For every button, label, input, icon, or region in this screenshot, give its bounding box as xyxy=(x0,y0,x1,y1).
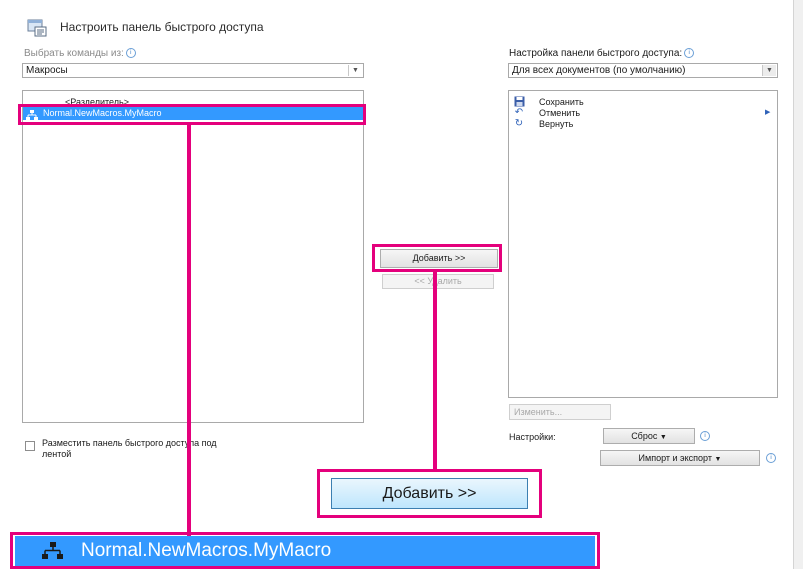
chevron-down-icon: ▼ xyxy=(659,434,667,441)
customize-toolbar-label: Настройка панели быстрого доступа: i xyxy=(509,48,695,59)
chevron-down-icon[interactable]: ▼ xyxy=(348,65,362,76)
dialog-title: Настроить панель быстрого доступа xyxy=(60,20,264,34)
info-icon: i xyxy=(125,48,136,59)
info-icon: i xyxy=(684,48,695,59)
macro-zoom-item: Normal.NewMacros.MyMacro xyxy=(15,536,595,566)
connector-line-add xyxy=(433,272,437,470)
modify-button: Изменить... xyxy=(509,404,611,420)
choose-commands-dropdown[interactable]: Макросы ▼ xyxy=(22,63,364,78)
customize-toolbar-value: Для всех документов (по умолчанию) xyxy=(512,65,686,76)
window-edge xyxy=(793,0,803,569)
info-icon: i xyxy=(700,431,710,441)
choose-commands-value: Макросы xyxy=(26,65,68,76)
add-button-zoom-label: Добавить >> xyxy=(382,485,477,502)
reset-button[interactable]: Сброс ▼ xyxy=(603,428,695,444)
commands-list[interactable]: <Разделитель> Normal.NewMacros.MyMacro xyxy=(22,90,364,423)
connector-line-macro xyxy=(187,125,191,536)
chevron-down-icon: ▼ xyxy=(714,456,722,463)
toolbar-item-redo[interactable]: ↻ Вернуть xyxy=(513,118,713,130)
customize-toolbar-text: Настройка панели быстрого доступа: xyxy=(509,48,683,59)
macro-zoom-icon xyxy=(42,542,64,560)
remove-button-label: << Удалить xyxy=(414,276,462,286)
customize-toolbar-dropdown[interactable]: Для всех документов (по умолчанию) ▼ xyxy=(508,63,778,78)
modify-button-label: Изменить... xyxy=(514,407,563,417)
settings-label: Настройки: xyxy=(509,432,556,442)
redo-icon: ↻ xyxy=(514,118,524,129)
below-ribbon-checkbox[interactable] xyxy=(25,441,35,451)
submenu-arrow-icon: ▶ xyxy=(765,109,771,116)
remove-button: << Удалить xyxy=(382,274,494,289)
toolbar-item-redo-label: Вернуть xyxy=(539,119,574,129)
dialog-icon xyxy=(26,16,48,38)
import-export-button-label: Импорт и экспорт xyxy=(638,453,712,463)
macro-zoom-label: Normal.NewMacros.MyMacro xyxy=(81,540,332,561)
import-export-button[interactable]: Импорт и экспорт ▼ xyxy=(600,450,760,466)
toolbar-commands-list[interactable]: Сохранить ↶ Отменить ▶ ↻ Вернуть xyxy=(508,90,778,398)
reset-button-label: Сброс xyxy=(631,431,658,441)
choose-commands-label: Выбрать команды из: i xyxy=(24,48,136,59)
chevron-down-icon[interactable]: ▼ xyxy=(762,65,776,76)
macro-highlight-box xyxy=(18,104,366,125)
add-highlight-box xyxy=(372,244,502,272)
choose-commands-text: Выбрать команды из: xyxy=(24,48,124,59)
info-icon: i xyxy=(766,453,776,463)
add-button-zoom: Добавить >> xyxy=(331,478,528,509)
